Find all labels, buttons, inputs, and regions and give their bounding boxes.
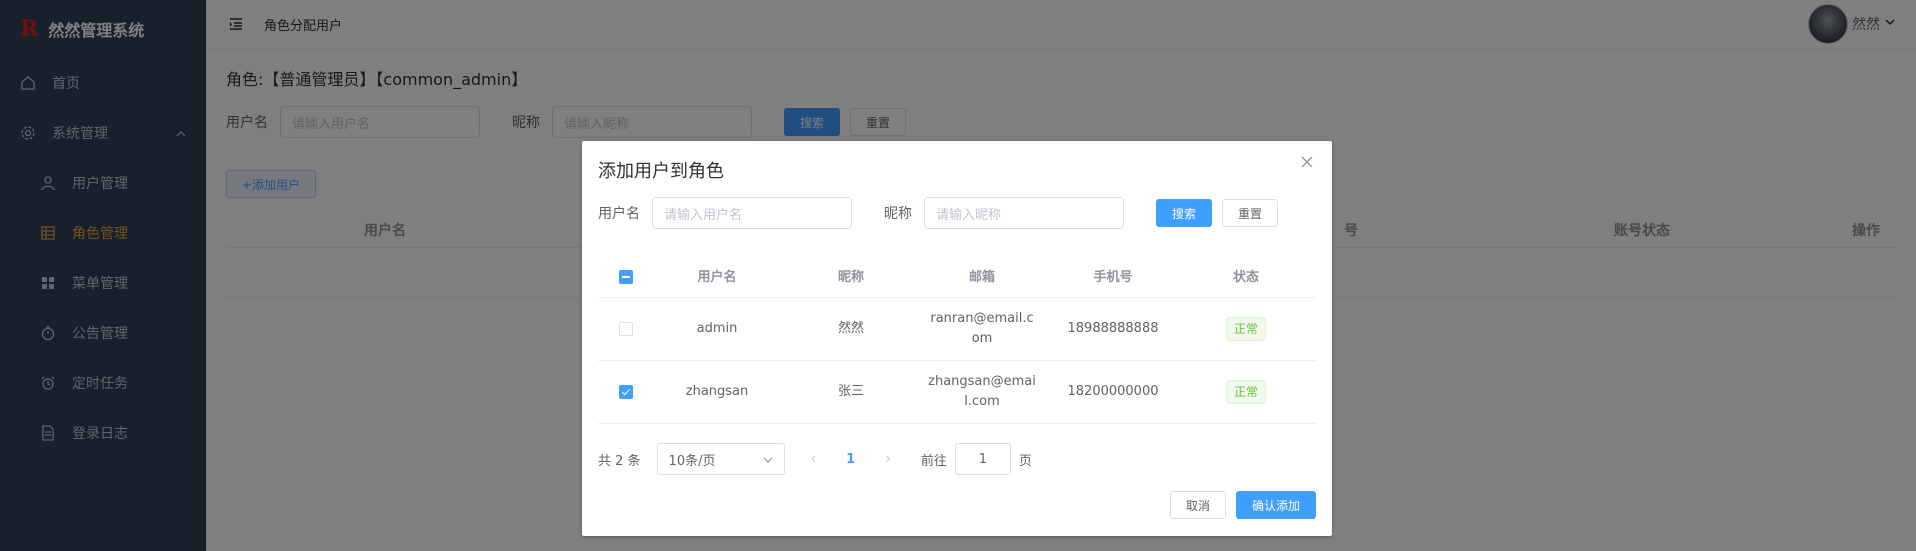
cell-email: zhangsan@email.com — [928, 374, 1036, 409]
dialog-nickname-input[interactable]: 请输入昵称 — [924, 197, 1124, 229]
cell-username: zhangsan — [685, 384, 749, 399]
column-nickname: 昵称 — [837, 269, 864, 285]
user-table: 用户名 昵称 邮箱 手机号 状态 admin 然然 ranran@email.c… — [598, 258, 1316, 424]
dialog-reset-button[interactable]: 重置 — [1222, 199, 1279, 227]
select-all-checkbox[interactable] — [618, 270, 633, 284]
status-badge: 正常 — [1225, 317, 1266, 341]
pagination-total: 共 2 条 — [598, 453, 641, 469]
dialog-footer: 取消 确认添加 — [1169, 491, 1316, 519]
prev-page-button[interactable]: ‹ — [811, 451, 817, 467]
cell-phone: 18200000000 — [1067, 384, 1159, 399]
dialog-username-input[interactable]: 请输入用户名 — [652, 197, 852, 229]
dialog-nickname-label: 昵称 — [884, 206, 912, 222]
cell-phone: 18988888888 — [1067, 321, 1159, 336]
column-status: 状态 — [1232, 269, 1259, 285]
goto-page-input[interactable]: 1 — [954, 443, 1011, 475]
cancel-button[interactable]: 取消 — [1169, 491, 1226, 519]
cell-nickname: 然然 — [837, 321, 864, 336]
cell-username: admin — [696, 321, 738, 336]
next-page-button[interactable]: › — [885, 451, 891, 467]
row-checkbox[interactable] — [618, 321, 633, 336]
page-number-current[interactable]: 1 — [846, 452, 855, 467]
status-badge: 正常 — [1225, 380, 1266, 404]
add-user-dialog: 添加用户到角色 用户名 请输入用户名 昵称 请输入昵称 搜索 重置 用户名 昵称… — [582, 141, 1332, 536]
dialog-username-label: 用户名 — [598, 206, 640, 222]
cell-email: ranran@email.com — [930, 311, 1034, 346]
page-suffix: 页 — [1018, 453, 1032, 469]
cell-nickname: 张三 — [837, 384, 864, 399]
column-email: 邮箱 — [968, 269, 995, 285]
dialog-title: 添加用户到角色 — [598, 161, 724, 182]
dialog-search-button[interactable]: 搜索 — [1156, 199, 1213, 227]
goto-label: 前往 — [920, 453, 947, 469]
close-icon[interactable] — [1300, 155, 1314, 169]
column-phone: 手机号 — [1093, 269, 1133, 285]
table-header: 用户名 昵称 邮箱 手机号 状态 — [598, 258, 1316, 298]
dialog-search-form: 用户名 请输入用户名 昵称 请输入昵称 搜索 重置 — [598, 197, 1279, 229]
row-checkbox[interactable] — [618, 384, 633, 399]
table-row[interactable]: admin 然然 ranran@email.com 18988888888 正常 — [598, 298, 1316, 361]
chevron-down-icon — [762, 454, 774, 470]
table-row[interactable]: zhangsan 张三 zhangsan@email.com 182000000… — [598, 361, 1316, 424]
pagination: 共 2 条 10条/页 ‹ 1 › 前往 1 页 — [598, 443, 1032, 475]
confirm-add-button[interactable]: 确认添加 — [1235, 491, 1316, 519]
page-size-select[interactable]: 10条/页 — [656, 443, 785, 475]
column-username: 用户名 — [697, 269, 737, 285]
